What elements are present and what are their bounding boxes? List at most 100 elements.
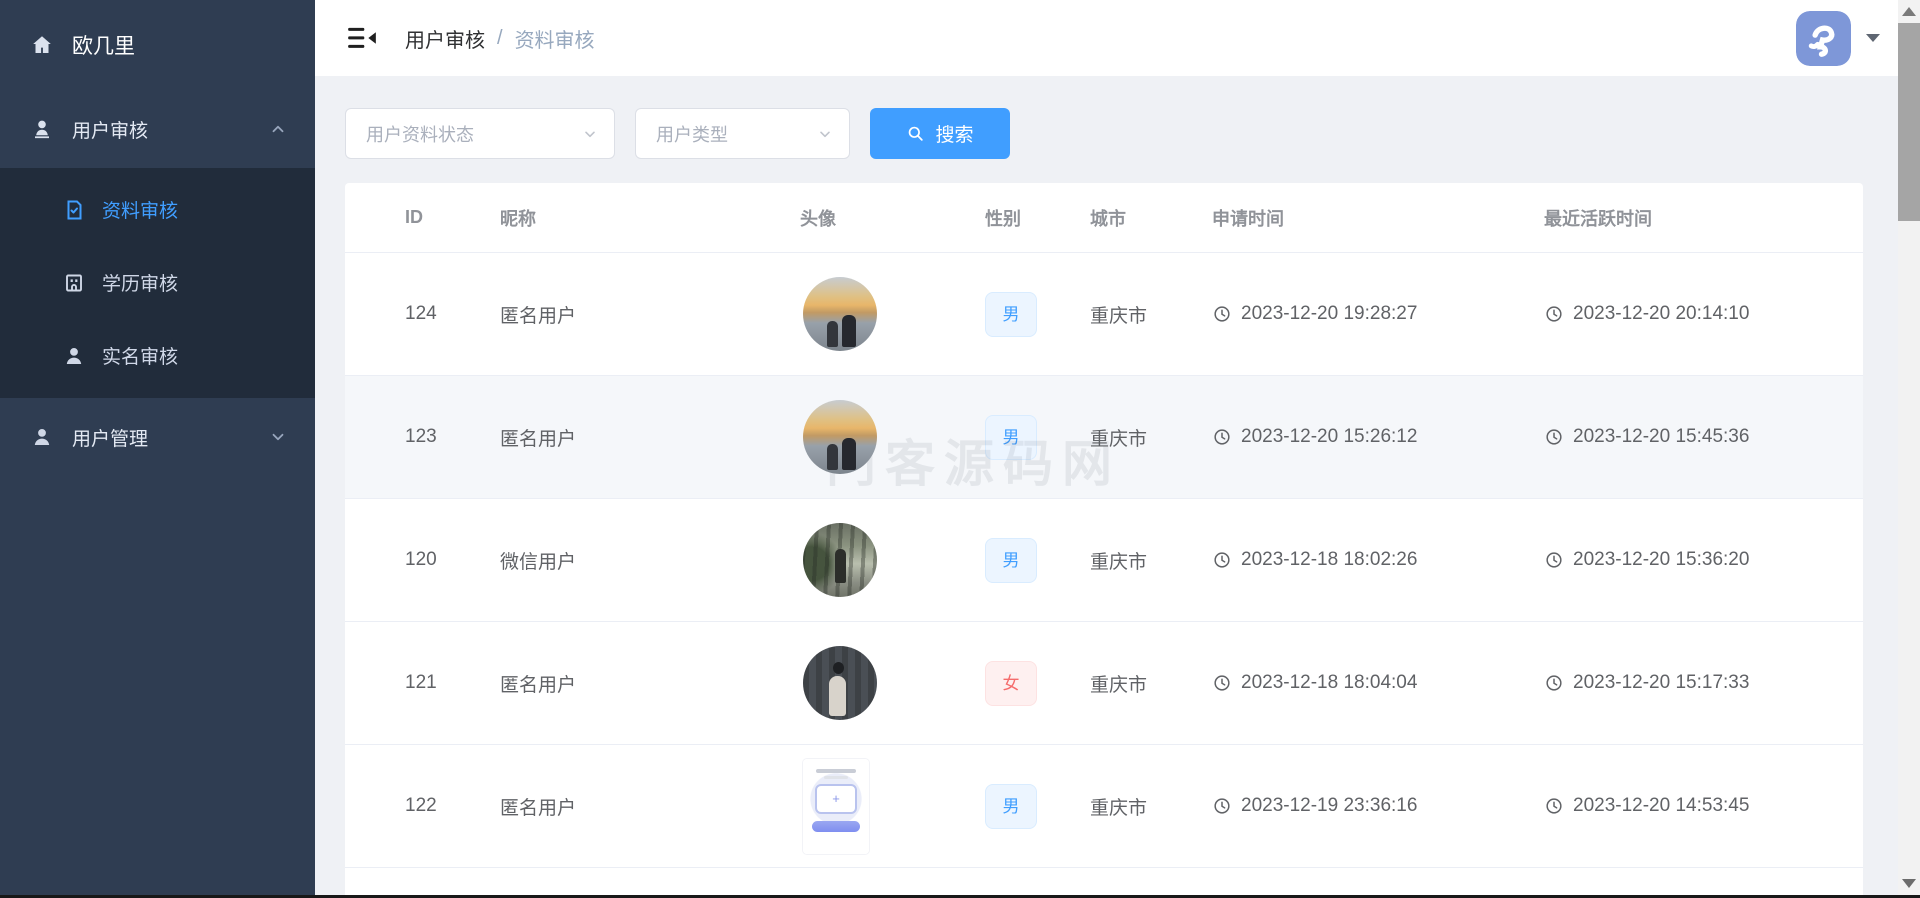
cell-apply-time: 2023-12-20 15:26:12: [1212, 426, 1544, 448]
user-type-select[interactable]: 用户类型: [635, 108, 850, 159]
table-row: 121 匿名用户 女 重庆市 2023-12-18 18:04:04 2023-…: [345, 622, 1863, 745]
clock-icon: [1544, 304, 1564, 324]
cell-city: 重庆市: [1090, 670, 1212, 697]
user-avatar-image: [803, 400, 877, 474]
sidebar-item-education-audit[interactable]: 学历审核: [0, 246, 315, 319]
clock-icon: [1212, 796, 1232, 816]
gender-badge: 男: [985, 784, 1037, 829]
apply-time-value: 2023-12-18 18:02:26: [1241, 549, 1417, 571]
apply-time-value: 2023-12-18 18:04:04: [1241, 672, 1417, 694]
column-header-gender: 性别: [985, 205, 1090, 231]
app-title-label: 欧几里: [72, 30, 135, 60]
chevron-down-icon: [269, 428, 287, 446]
cell-last-active-time: 2023-12-20 15:45:36: [1544, 426, 1863, 448]
cell-apply-time: 2023-12-19 23:36:16: [1212, 795, 1544, 817]
clock-icon: [1544, 796, 1564, 816]
apply-time-value: 2023-12-19 23:36:16: [1241, 795, 1417, 817]
column-header-avatar: 头像: [800, 205, 985, 231]
gender-badge: 男: [985, 415, 1037, 460]
browser-scrollbar: [1898, 0, 1920, 895]
chevron-up-icon: [269, 120, 287, 138]
gender-badge: 女: [985, 661, 1037, 706]
user-menu-caret-icon[interactable]: [1866, 34, 1880, 42]
home-icon: [30, 33, 54, 57]
sidebar-item-user-audit[interactable]: 用户审核: [0, 90, 315, 168]
last-active-time-value: 2023-12-20 14:53:45: [1573, 795, 1749, 817]
user-avatar-logo[interactable]: [1796, 11, 1851, 66]
sidebar-item-profile-audit[interactable]: 资料审核: [0, 173, 315, 246]
profile-status-placeholder: 用户资料状态: [366, 121, 474, 147]
cell-id: 123: [405, 426, 500, 448]
collapse-sidebar-icon[interactable]: [347, 25, 377, 51]
user-type-placeholder: 用户类型: [656, 121, 728, 147]
last-active-time-value: 2023-12-20 15:45:36: [1573, 426, 1749, 448]
table-row: 124 匿名用户 男 重庆市 2023-12-20 19:28:27 2023-…: [345, 253, 1863, 376]
clock-icon: [1544, 427, 1564, 447]
clock-icon: [1544, 550, 1564, 570]
sidebar-item-realname-audit[interactable]: 实名审核: [0, 319, 315, 392]
clock-icon: [1212, 304, 1232, 324]
cell-id: 121: [405, 672, 500, 694]
column-header-apply-time: 申请时间: [1212, 205, 1544, 231]
cell-apply-time: 2023-12-18 18:04:04: [1212, 672, 1544, 694]
search-button-label: 搜索: [935, 120, 973, 147]
column-header-city: 城市: [1090, 205, 1212, 231]
search-button[interactable]: 搜索: [870, 108, 1010, 159]
main-content: 用户资料状态 用户类型 搜索 ID 昵称: [315, 76, 1920, 898]
cell-last-active-time: 2023-12-20 14:53:45: [1544, 795, 1863, 817]
breadcrumb-separator: /: [497, 27, 503, 50]
sidebar-item-label: 用户管理: [72, 424, 148, 451]
last-active-time-value: 2023-12-20 20:14:10: [1573, 303, 1749, 325]
cell-id: 124: [405, 303, 500, 325]
last-active-time-value: 2023-12-20 15:36:20: [1573, 549, 1749, 571]
column-header-id: ID: [405, 207, 500, 228]
sidebar-item-user-management[interactable]: 用户管理: [0, 398, 315, 476]
clock-icon: [1212, 550, 1232, 570]
table-row-partial: [345, 868, 1863, 898]
clock-icon: [1212, 673, 1232, 693]
last-active-time-value: 2023-12-20 15:17:33: [1573, 672, 1749, 694]
cell-city: 重庆市: [1090, 793, 1212, 820]
cell-nickname: 微信用户: [500, 547, 800, 574]
sidebar-submenu-user-audit: 资料审核 学历审核 实名审核: [0, 168, 315, 398]
filter-bar: 用户资料状态 用户类型 搜索: [345, 108, 1863, 159]
scrollbar-down-arrow-icon[interactable]: [1902, 879, 1916, 888]
cell-apply-time: 2023-12-18 18:02:26: [1212, 549, 1544, 571]
chevron-down-icon: [817, 126, 833, 142]
breadcrumb-current: 资料审核: [515, 24, 595, 53]
topbar: 用户审核 / 资料审核: [315, 0, 1920, 76]
sidebar-item-label: 用户审核: [72, 116, 148, 143]
table-body: 124 匿名用户 男 重庆市 2023-12-20 19:28:27 2023-…: [345, 253, 1863, 898]
cell-nickname: 匿名用户: [500, 301, 800, 328]
cell-apply-time: 2023-12-20 19:28:27: [1212, 303, 1544, 325]
scrollbar-up-arrow-icon[interactable]: [1902, 7, 1916, 16]
cell-last-active-time: 2023-12-20 20:14:10: [1544, 303, 1863, 325]
sidebar: 欧几里 用户审核 资料审核 学历审核: [0, 0, 315, 898]
breadcrumb-parent[interactable]: 用户审核: [405, 24, 485, 53]
user-table: ID 昵称 头像 性别 城市 申请时间 最近活跃时间 124 匿名用户 男 重庆…: [345, 183, 1863, 898]
cell-last-active-time: 2023-12-20 15:17:33: [1544, 672, 1863, 694]
gender-badge: 男: [985, 538, 1037, 583]
sidebar-item-label: 实名审核: [102, 342, 178, 369]
admin-app: 欧几里 用户审核 资料审核 学历审核: [0, 0, 1920, 898]
topbar-user-area: [1796, 11, 1880, 66]
sidebar-item-label: 资料审核: [102, 196, 178, 223]
school-building-icon: [62, 271, 86, 295]
cell-nickname: 匿名用户: [500, 670, 800, 697]
cell-nickname: 匿名用户: [500, 793, 800, 820]
cell-city: 重庆市: [1090, 301, 1212, 328]
column-header-last-active: 最近活跃时间: [1544, 205, 1863, 231]
chevron-down-icon: [582, 126, 598, 142]
breadcrumb: 用户审核 / 资料审核: [405, 24, 595, 53]
table-row: 122 匿名用户 男 重庆市 2023-12-19 23:36:16 2023-…: [345, 745, 1863, 868]
table-row: 120 微信用户 男 重庆市 2023-12-18 18:02:26 2023-…: [345, 499, 1863, 622]
profile-status-select[interactable]: 用户资料状态: [345, 108, 615, 159]
user-avatar-image: [803, 759, 869, 854]
search-icon: [906, 124, 925, 143]
clock-icon: [1212, 427, 1232, 447]
cell-city: 重庆市: [1090, 547, 1212, 574]
person-icon: [62, 344, 86, 368]
document-check-icon: [62, 198, 86, 222]
scrollbar-thumb[interactable]: [1898, 23, 1920, 221]
sidebar-app-title: 欧几里: [0, 0, 315, 90]
